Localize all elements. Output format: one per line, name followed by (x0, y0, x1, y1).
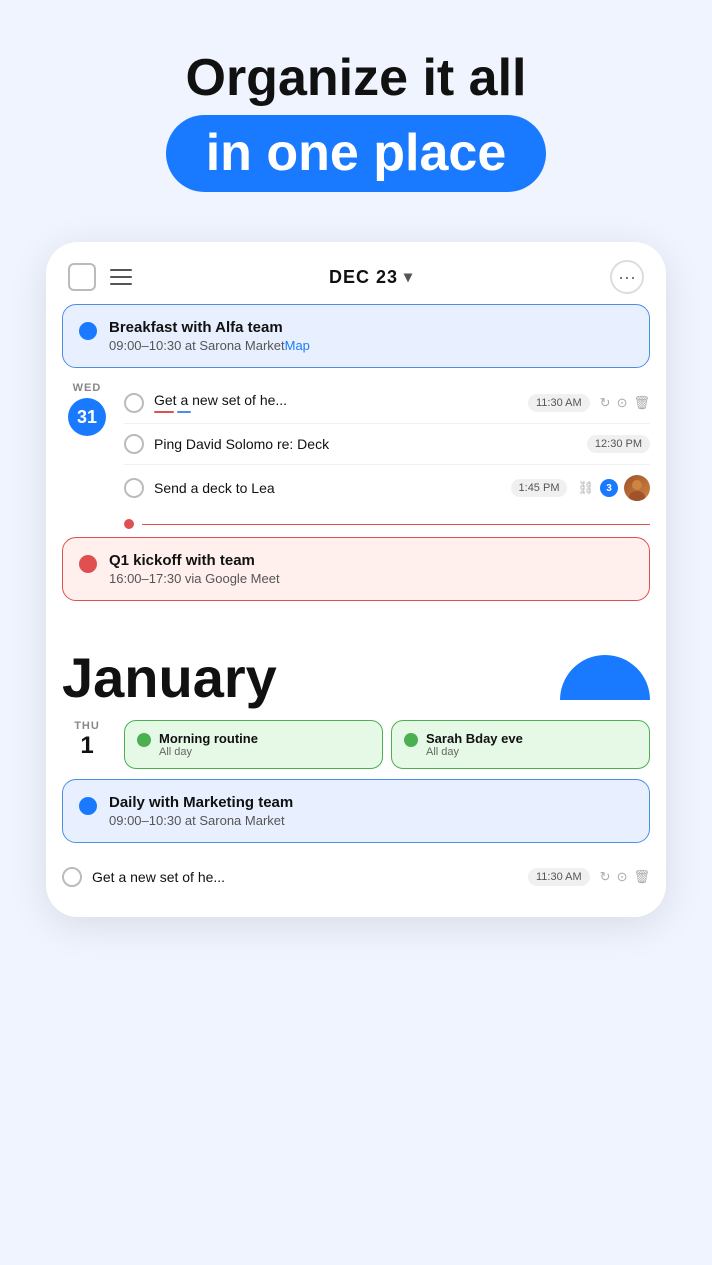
task-time-1: 11:30 AM (528, 394, 590, 412)
bottom-fade (46, 897, 666, 917)
daily-event-title: Daily with Marketing team (109, 794, 293, 811)
avatar (624, 475, 650, 501)
map-link[interactable]: Map (285, 338, 310, 353)
thu-1-section: THU 1 Morning routine All day Sarah Bday… (46, 710, 666, 779)
app-card: DEC 23 ▾ ··· Breakfast with Alfa team 09… (46, 242, 666, 917)
event-dot-red (79, 555, 97, 573)
jan-task-checkbox-1[interactable] (62, 867, 82, 887)
january-header: January (46, 635, 666, 710)
allday-dot-green-2 (404, 733, 418, 747)
task-checkbox-2[interactable] (124, 434, 144, 454)
breakfast-time: 09:00–10:30 at Sarona Market (109, 338, 285, 353)
square-icon[interactable] (68, 263, 96, 291)
time-hr (142, 524, 650, 526)
more-icon: ··· (618, 267, 636, 288)
avatar-image (624, 475, 650, 501)
morning-routine-content: Morning routine All day (159, 731, 258, 758)
jan-day-name: THU (74, 720, 100, 732)
january-title: January (62, 645, 277, 710)
task-time-3: 1:45 PM (511, 479, 568, 497)
header-left (68, 263, 132, 291)
task-time-2: 12:30 PM (587, 435, 650, 453)
daily-event-card[interactable]: Daily with Marketing team 09:00–10:30 at… (62, 779, 650, 843)
underline-blue (177, 411, 191, 413)
badge-3: 3 (600, 479, 618, 497)
breakfast-event-card[interactable]: Breakfast with Alfa team 09:00–10:30 at … (62, 304, 650, 368)
morning-routine-title: Morning routine (159, 731, 258, 746)
task-icons-3: ⛓ 3 (577, 475, 650, 501)
jan-task-row-1[interactable]: Get a new set of he... 11:30 AM ↻ ⊙ 🗑 (62, 857, 650, 897)
task-text-wrap-1: Get a new set of he... (154, 392, 518, 413)
task-icons-1: ↻ ⊙ 🗑 (600, 395, 650, 411)
pin-icon: ⊙ (617, 395, 628, 411)
header-date: DEC 23 (329, 267, 398, 288)
day-name-wed: WED (73, 382, 102, 394)
kickoff-event-content: Q1 kickoff with team 16:00–17:30 via Goo… (109, 552, 280, 586)
chevron-down-icon: ▾ (404, 267, 413, 287)
jan-task-text-1: Get a new set of he... (92, 869, 518, 885)
task-text-3: Send a deck to Lea (154, 480, 501, 496)
sarah-bday-content: Sarah Bday eve All day (426, 731, 523, 758)
task-checkbox-1[interactable] (124, 393, 144, 413)
hero-title-line2: in one place (206, 124, 507, 182)
event-dot-blue (79, 322, 97, 340)
daily-event-dot (79, 797, 97, 815)
hamburger-icon[interactable] (110, 269, 132, 285)
underline-red (154, 411, 174, 413)
daily-event-subtitle: 09:00–10:30 at Sarona Market (109, 813, 293, 828)
morning-routine-sub: All day (159, 746, 258, 758)
task-text-1: Get a new set of he... (154, 392, 518, 408)
trash-icon: 🗑 (633, 395, 650, 411)
task-row-3[interactable]: Send a deck to Lea 1:45 PM ⛓ 3 (124, 465, 650, 511)
wed-31-section: WED 31 Get a new set of he... 11:30 AM (62, 382, 650, 511)
kickoff-title: Q1 kickoff with team (109, 552, 280, 569)
daily-event-content: Daily with Marketing team 09:00–10:30 at… (109, 794, 293, 828)
jan-tasks: Get a new set of he... 11:30 AM ↻ ⊙ 🗑 (46, 857, 666, 897)
task-checkbox-3[interactable] (124, 478, 144, 498)
day-circle-31: 31 (68, 398, 106, 436)
breakfast-event-content: Breakfast with Alfa team 09:00–10:30 at … (109, 319, 310, 353)
hero-section: Organize it all in one place (146, 0, 567, 222)
app-header: DEC 23 ▾ ··· (46, 242, 666, 304)
day-label-wed: WED 31 (62, 382, 112, 436)
jan-day-content: Morning routine All day Sarah Bday eve A… (124, 720, 650, 779)
hero-pill: in one place (166, 115, 547, 192)
day-label-thu: THU 1 (62, 720, 112, 760)
jan-pin-icon: ⊙ (617, 869, 628, 885)
sarah-bday-sub: All day (426, 746, 523, 758)
date-title[interactable]: DEC 23 ▾ (329, 267, 413, 288)
jan-day-num: 1 (80, 732, 93, 760)
app-body: Breakfast with Alfa team 09:00–10:30 at … (46, 304, 666, 635)
allday-dot-green-1 (137, 733, 151, 747)
breakfast-subtitle: 09:00–10:30 at Sarona Market Map (109, 338, 310, 353)
daily-event-time: 09:00–10:30 at Sarona Market (109, 813, 285, 828)
jan-refresh-icon: ↻ (600, 869, 611, 885)
task-row-2[interactable]: Ping David Solomo re: Deck 12:30 PM (124, 424, 650, 465)
january-decoration (560, 655, 650, 700)
refresh-icon: ↻ (600, 395, 611, 411)
morning-routine-card[interactable]: Morning routine All day (124, 720, 383, 769)
current-time-line (62, 519, 650, 529)
allday-events-row: Morning routine All day Sarah Bday eve A… (124, 720, 650, 769)
hero-title-line1: Organize it all (166, 50, 547, 107)
task-row-1[interactable]: Get a new set of he... 11:30 AM ↻ ⊙ 🗑 (124, 382, 650, 424)
sarah-bday-card[interactable]: Sarah Bday eve All day (391, 720, 650, 769)
jan-task-icons-1: ↻ ⊙ 🗑 (600, 869, 650, 885)
kickoff-event-card[interactable]: Q1 kickoff with team 16:00–17:30 via Goo… (62, 537, 650, 601)
time-dot (124, 519, 134, 529)
jan-task-time-1: 11:30 AM (528, 868, 590, 886)
jan-trash-icon: 🗑 (633, 869, 650, 885)
breakfast-title: Breakfast with Alfa team (109, 319, 310, 336)
day-tasks-wed: Get a new set of he... 11:30 AM ↻ ⊙ 🗑 (124, 382, 650, 511)
link-icon: ⛓ (577, 480, 594, 496)
task-text-2: Ping David Solomo re: Deck (154, 436, 577, 452)
sarah-bday-title: Sarah Bday eve (426, 731, 523, 746)
kickoff-subtitle: 16:00–17:30 via Google Meet (109, 571, 280, 586)
more-button[interactable]: ··· (610, 260, 644, 294)
task-underlines-1 (154, 411, 518, 413)
kickoff-time: 16:00–17:30 via Google Meet (109, 571, 280, 586)
